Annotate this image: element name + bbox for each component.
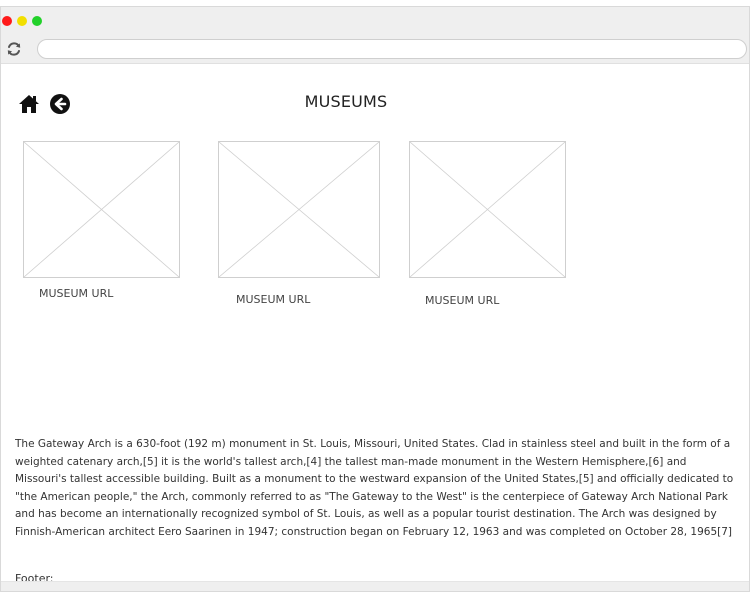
image-placeholder-icon [219, 142, 379, 277]
image-placeholder-icon [410, 142, 565, 277]
museum-description: The Gateway Arch is a 630-foot (192 m) m… [15, 438, 734, 538]
museum-image-placeholder[interactable] [23, 141, 180, 278]
museum-image-placeholder[interactable] [218, 141, 380, 278]
browser-window: MUSEUMS MUSEUM URL MUSEUM URL MUSEUM URL… [0, 6, 750, 592]
museum-url-link[interactable]: MUSEUM URL [39, 287, 113, 300]
window-maximize-button[interactable] [32, 16, 42, 26]
reload-icon[interactable] [6, 41, 22, 57]
museum-image-placeholder[interactable] [409, 141, 566, 278]
footer-bar [1, 581, 749, 591]
page-title: MUSEUMS [304, 92, 388, 111]
museum-url-link[interactable]: MUSEUM URL [236, 293, 310, 306]
window-close-button[interactable] [2, 16, 12, 26]
window-minimize-button[interactable] [17, 16, 27, 26]
address-bar-row [1, 33, 749, 64]
address-input[interactable] [37, 39, 747, 59]
page-content: MUSEUMS MUSEUM URL MUSEUM URL MUSEUM URL… [1, 64, 749, 591]
title-bar [1, 7, 749, 33]
museum-url-link[interactable]: MUSEUM URL [425, 294, 499, 307]
image-placeholder-icon [24, 142, 179, 277]
